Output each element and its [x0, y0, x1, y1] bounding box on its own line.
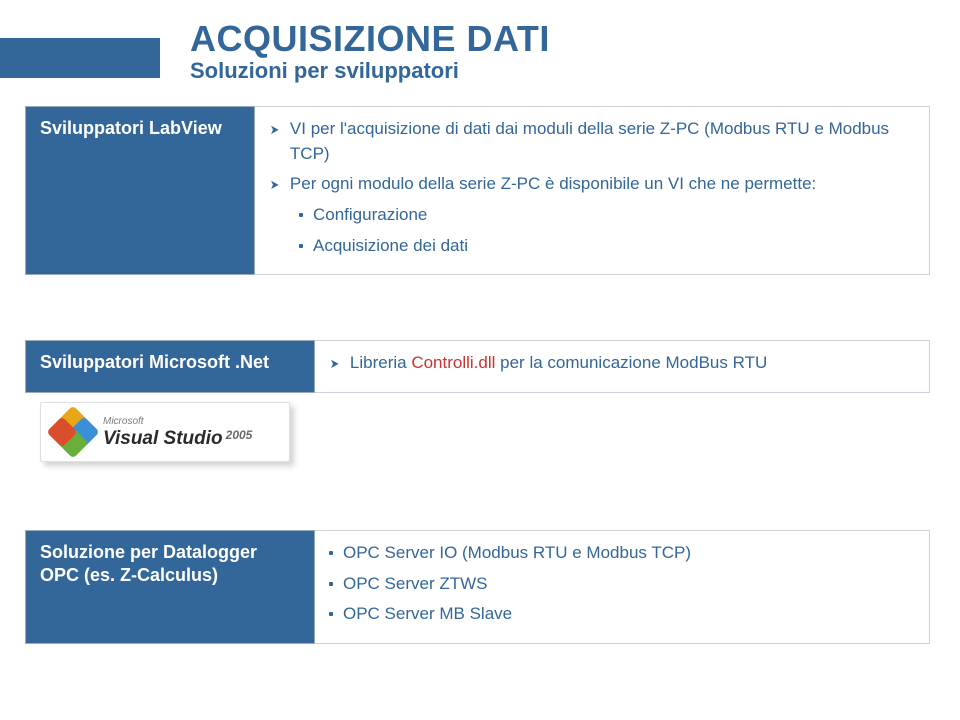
section-labview-label: Sviluppatori LabView	[25, 106, 255, 275]
subbullet-row: OPC Server MB Slave	[329, 602, 913, 627]
bullet-text: OPC Server ZTWS	[343, 572, 488, 597]
vs-product: Visual Studio2005	[103, 429, 252, 448]
subbullet-row: Configurazione	[299, 203, 913, 228]
bullet-text: OPC Server MB Slave	[343, 602, 512, 627]
section-datalogger-label: Soluzione per Datalogger OPC (es. Z-Calc…	[25, 530, 315, 644]
subbullet-text: Acquisizione dei dati	[313, 234, 468, 259]
bullet-text: Libreria Controlli.dll per la comunicazi…	[350, 351, 767, 376]
visual-studio-logo: Microsoft Visual Studio2005	[40, 402, 290, 462]
header-accent-block	[0, 38, 160, 78]
chevron-icon: ➤	[270, 121, 279, 140]
visual-studio-icon	[51, 410, 95, 454]
subbullet-row: OPC Server ZTWS	[329, 572, 913, 597]
subbullet-text: Configurazione	[313, 203, 427, 228]
vs-year: 2005	[226, 428, 253, 442]
page-title: ACQUISIZIONE DATI	[190, 18, 550, 60]
section-datalogger: Soluzione per Datalogger OPC (es. Z-Calc…	[25, 530, 930, 644]
bullet-text: OPC Server IO (Modbus RTU e Modbus TCP)	[343, 541, 691, 566]
section-dotnet-content: ➤ Libreria Controlli.dll per la comunica…	[315, 340, 930, 393]
dot-icon	[299, 244, 303, 248]
section-dotnet-label: Sviluppatori Microsoft .Net	[25, 340, 315, 393]
subbullet-row: OPC Server IO (Modbus RTU e Modbus TCP)	[329, 541, 913, 566]
page-subtitle: Soluzioni per sviluppatori	[190, 58, 550, 84]
bullet-prefix: Libreria	[350, 353, 411, 372]
section-labview-content: ➤ VI per l'acquisizione di dati dai modu…	[255, 106, 930, 275]
bullet-row: ➤ Libreria Controlli.dll per la comunica…	[329, 351, 913, 376]
subbullet-row: Acquisizione dei dati	[299, 234, 913, 259]
bullet-row: ➤ VI per l'acquisizione di dati dai modu…	[269, 117, 913, 166]
bullet-text: VI per l'acquisizione di dati dai moduli…	[290, 117, 913, 166]
bullet-suffix: per la comunicazione ModBus RTU	[495, 353, 767, 372]
chevron-icon: ➤	[330, 355, 339, 374]
dot-icon	[329, 582, 333, 586]
dot-icon	[299, 213, 303, 217]
bullet-row: ➤ Per ogni modulo della serie Z-PC è dis…	[269, 172, 913, 197]
chevron-icon: ➤	[270, 176, 279, 195]
dot-icon	[329, 612, 333, 616]
section-dotnet: Sviluppatori Microsoft .Net ➤ Libreria C…	[25, 340, 930, 393]
dot-icon	[329, 551, 333, 555]
page-title-area: ACQUISIZIONE DATI Soluzioni per sviluppa…	[190, 18, 550, 84]
section-datalogger-content: OPC Server IO (Modbus RTU e Modbus TCP) …	[315, 530, 930, 644]
vs-brand: Microsoft	[103, 417, 252, 427]
visual-studio-text: Microsoft Visual Studio2005	[103, 417, 252, 448]
bullet-highlight: Controlli.dll	[411, 353, 495, 372]
bullet-text: Per ogni modulo della serie Z-PC è dispo…	[290, 172, 816, 197]
section-labview: Sviluppatori LabView ➤ VI per l'acquisiz…	[25, 106, 930, 275]
